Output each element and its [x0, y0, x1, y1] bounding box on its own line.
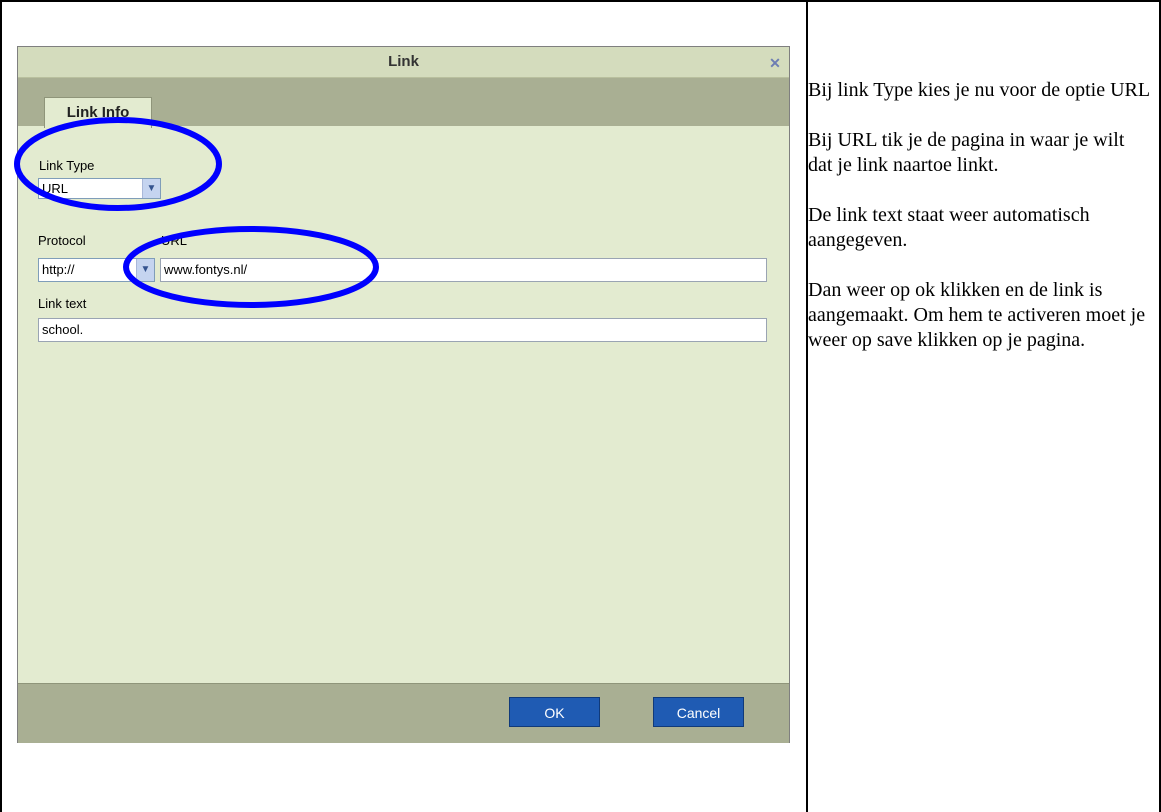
link-type-value: URL	[42, 181, 69, 196]
dialog-title: Link	[388, 53, 419, 70]
dialog-titlebar[interactable]: Link ✕	[18, 47, 789, 78]
protocol-label: Protocol	[38, 233, 86, 248]
instructions-text: Bij link Type kies je nu voor de optie U…	[808, 78, 1153, 378]
instruction-paragraph: Bij link Type kies je nu voor de optie U…	[808, 79, 1151, 101]
table-border-top	[0, 0, 1161, 2]
chevron-down-icon[interactable]: ▼	[142, 179, 160, 198]
link-text-input[interactable]: school.	[38, 318, 767, 342]
cancel-button[interactable]: Cancel	[653, 697, 744, 727]
chevron-down-icon[interactable]: ▼	[136, 259, 154, 281]
link-type-label: Link Type	[39, 158, 95, 173]
protocol-value: http://	[42, 262, 75, 277]
link-text-label: Link text	[38, 296, 87, 311]
close-icon[interactable]: ✕	[767, 55, 783, 71]
protocol-select[interactable]: http:// ▼	[38, 258, 155, 282]
table-border-left	[0, 0, 2, 812]
dialog-footer: OK Cancel	[18, 683, 789, 743]
link-text-value: school.	[42, 322, 84, 337]
instruction-paragraph: Dan weer op ok klikken en de link is aan…	[808, 279, 1146, 351]
url-value: www.fontys.nl/	[164, 262, 248, 277]
link-dialog: Link ✕ Link Info Link Type URL ▼ Protoco…	[17, 46, 790, 743]
instruction-paragraph: Bij URL tik je de pagina in waar je wilt…	[808, 129, 1125, 176]
url-label: URL	[161, 233, 188, 248]
instruction-paragraph: De link text staat weer automatisch aang…	[808, 204, 1090, 251]
url-input[interactable]: www.fontys.nl/	[160, 258, 767, 282]
tab-bar: Link Info	[18, 78, 789, 128]
ok-button[interactable]: OK	[509, 697, 600, 727]
tab-link-info[interactable]: Link Info	[44, 97, 152, 128]
link-type-select[interactable]: URL ▼	[38, 178, 161, 199]
